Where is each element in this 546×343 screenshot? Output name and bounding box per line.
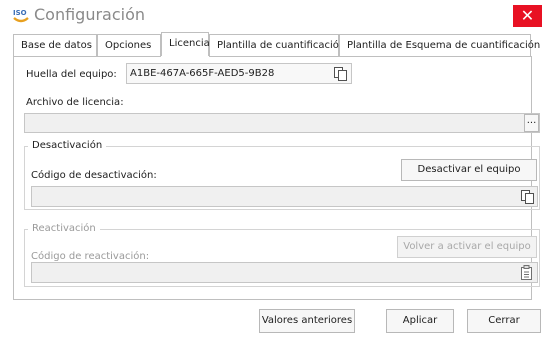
previous-values-button[interactable]: Valores anteriores (259, 309, 355, 333)
reactivation-legend: Reactivación (28, 223, 100, 234)
browse-license-button[interactable]: ... (524, 114, 539, 132)
fingerprint-field: A1BE-467A-665F-AED5-9B28 (126, 63, 352, 84)
reactivate-button[interactable]: Volver a activar el equipo (397, 236, 537, 258)
reactivation-code-label: Código de reactivación: (31, 251, 150, 262)
tab-opciones[interactable]: Opciones (97, 34, 161, 56)
license-file-field[interactable] (24, 113, 540, 133)
tab-base-de-datos[interactable]: Base de datos (13, 34, 97, 56)
tab-plantilla-esquema[interactable]: Plantilla de Esquema de cuantificación (339, 34, 540, 56)
app-logo-icon: ISO (12, 8, 30, 24)
close-dialog-button[interactable]: Cerrar (467, 309, 541, 333)
deactivate-button-label: Desactivar el equipo (417, 164, 521, 175)
license-file-label: Archivo de licencia: (26, 97, 124, 108)
tab-label: Plantilla de cuantificación (217, 40, 346, 51)
previous-values-label: Valores anteriores (261, 315, 353, 326)
reactivate-button-label: Volver a activar el equipo (403, 241, 531, 252)
close-dialog-label: Cerrar (488, 315, 520, 326)
tab-licencia[interactable]: Licencia (161, 32, 210, 56)
copy-icon[interactable] (333, 66, 348, 82)
fingerprint-label: Huella del equipo: (26, 69, 117, 80)
tab-label: Licencia (169, 38, 210, 49)
tab-label: Opciones (105, 40, 152, 51)
close-button[interactable]: ✕ (513, 5, 542, 27)
deactivation-legend: Desactivación (28, 140, 107, 151)
deactivation-code-field[interactable] (31, 186, 538, 207)
window-title: Configuración (34, 5, 146, 24)
close-icon: ✕ (520, 6, 535, 25)
apply-button[interactable]: Aplicar (386, 309, 454, 333)
deactivation-code-label: Código de desactivación: (31, 170, 157, 181)
logo-text: ISO (13, 9, 27, 17)
title-bar: ISO Configuración ✕ (0, 0, 546, 32)
apply-label: Aplicar (402, 315, 438, 326)
browse-label: ... (526, 115, 537, 126)
tab-plantilla-cuantificacion[interactable]: Plantilla de cuantificación (209, 34, 345, 56)
deactivate-button[interactable]: Desactivar el equipo (401, 159, 537, 181)
tab-label: Base de datos (21, 40, 92, 51)
paste-icon[interactable] (519, 265, 534, 281)
tab-label: Plantilla de Esquema de cuantificación (347, 40, 541, 51)
reactivation-code-field[interactable] (31, 262, 538, 283)
fingerprint-value: A1BE-467A-665F-AED5-9B28 (130, 68, 275, 79)
copy-icon[interactable] (520, 189, 535, 205)
